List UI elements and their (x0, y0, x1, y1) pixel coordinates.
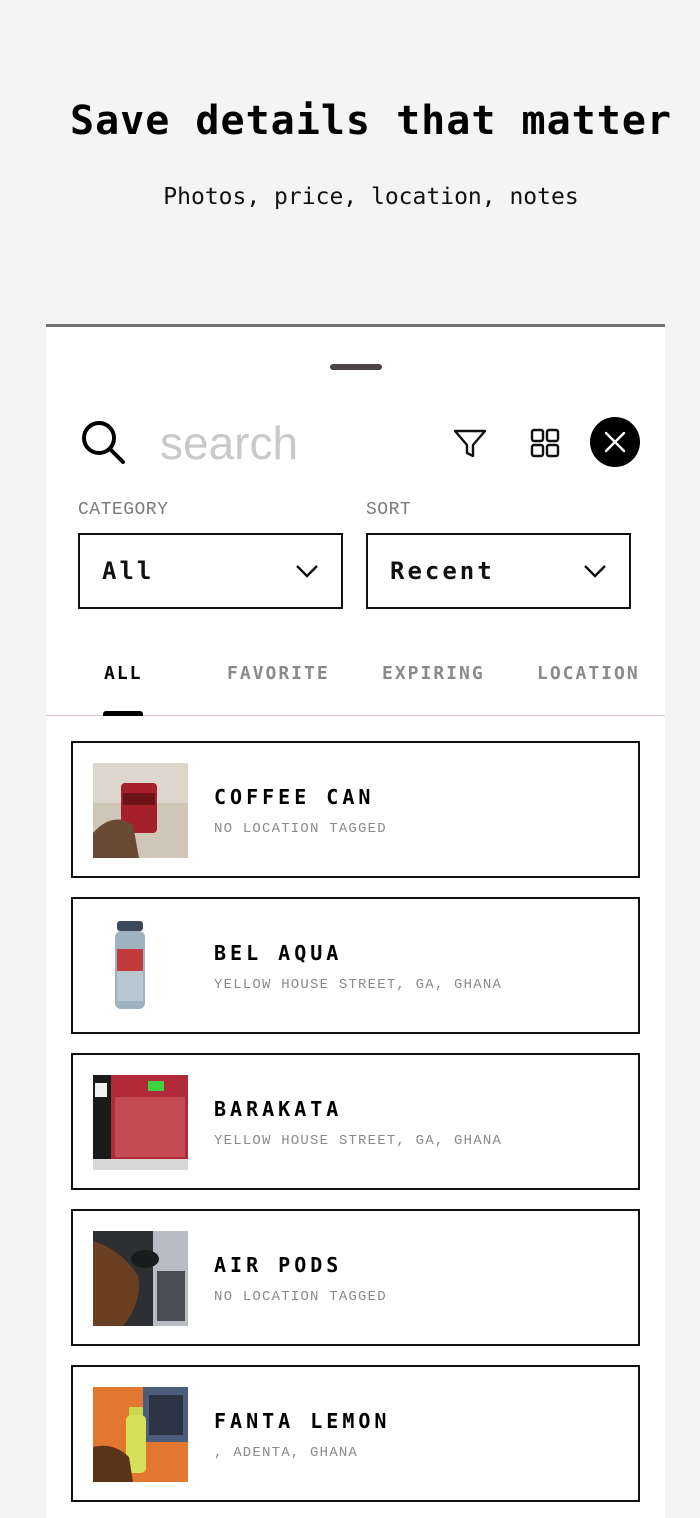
item-name: AIR PODS (214, 1253, 343, 1277)
list-item[interactable]: BARAKATA YELLOW HOUSE STREET, GA, GHANA (71, 1053, 640, 1190)
close-icon (604, 431, 626, 453)
hero-subtitle: Photos, price, location, notes (163, 184, 579, 210)
drag-handle[interactable] (330, 364, 382, 370)
chevron-down-icon (296, 565, 318, 578)
search-row (46, 415, 665, 471)
chevron-down-icon (584, 565, 606, 578)
tab-bar: ALL FAVORITE EXPIRING LOCATION (46, 647, 665, 716)
photo-water-bottle (93, 919, 188, 1014)
photo-barakata-box (93, 1075, 188, 1170)
item-name: FANTA LEMON (214, 1409, 391, 1433)
grid-view-icon[interactable] (527, 425, 563, 461)
item-location: NO LOCATION TAGGED (214, 821, 387, 837)
list-item[interactable]: FANTA LEMON , ADENTA, GHANA (71, 1365, 640, 1502)
tab-favorite[interactable]: FAVORITE (227, 663, 330, 684)
list-item[interactable]: COFFEE CAN NO LOCATION TAGGED (71, 741, 640, 878)
tab-expiring[interactable]: EXPIRING (382, 663, 485, 684)
filter-icon[interactable] (450, 423, 490, 463)
item-name: COFFEE CAN (214, 785, 375, 809)
sort-label: SORT (366, 500, 412, 520)
photo-fanta-bottle (93, 1387, 188, 1482)
tab-all[interactable]: ALL (104, 663, 143, 684)
list-item[interactable]: AIR PODS NO LOCATION TAGGED (71, 1209, 640, 1346)
search-icon[interactable] (80, 419, 126, 465)
category-label: CATEGORY (78, 500, 169, 520)
item-location: NO LOCATION TAGGED (214, 1289, 387, 1305)
item-location: YELLOW HOUSE STREET, GA, GHANA (214, 977, 503, 993)
sort-select[interactable]: Recent (366, 533, 631, 609)
item-location: , ADENTA, GHANA (214, 1445, 359, 1461)
tab-location[interactable]: LOCATION (537, 663, 640, 684)
category-select[interactable]: All (78, 533, 343, 609)
search-input[interactable] (160, 415, 420, 471)
sort-value: Recent (390, 557, 495, 585)
bottom-sheet: CATEGORY All SORT Recent ALL FAVORITE EX… (46, 324, 665, 1518)
close-button[interactable] (590, 417, 640, 467)
item-name: BARAKATA (214, 1097, 343, 1121)
active-tab-indicator (103, 711, 143, 716)
item-name: BEL AQUA (214, 941, 343, 965)
item-location: YELLOW HOUSE STREET, GA, GHANA (214, 1133, 503, 1149)
photo-air-pods (93, 1231, 188, 1326)
category-value: All (102, 557, 155, 585)
photo-coffee-can (93, 763, 188, 858)
hero-title: Save details that matter (70, 98, 672, 144)
list-item[interactable]: BEL AQUA YELLOW HOUSE STREET, GA, GHANA (71, 897, 640, 1034)
